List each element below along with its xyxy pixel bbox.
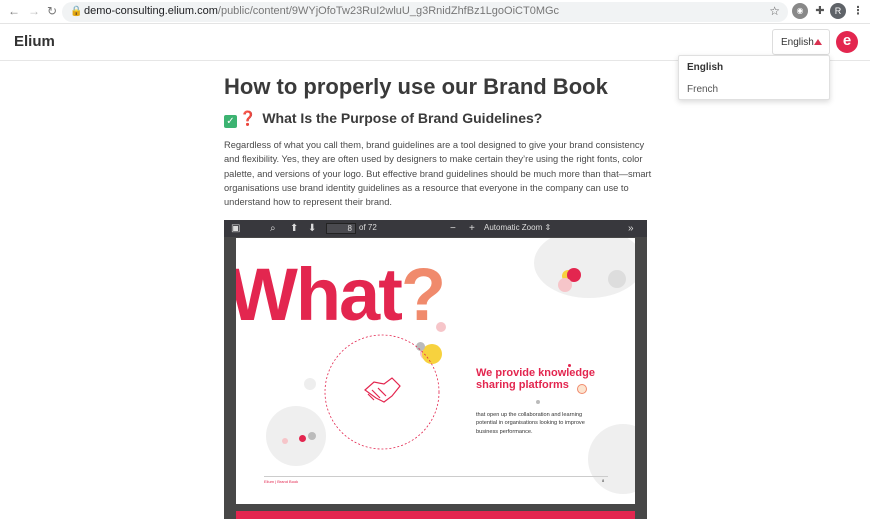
pdf-page: What? We provide knowledge sharing platf… bbox=[236, 238, 635, 504]
select-arrows-icon: ⇕ bbox=[544, 223, 552, 232]
section-heading-text: What Is the Purpose of Brand Guidelines? bbox=[262, 110, 543, 126]
decor-circle bbox=[282, 438, 288, 444]
tools-icon[interactable]: » bbox=[628, 222, 634, 235]
pdf-body-text: that open up the collaboration and learn… bbox=[476, 412, 585, 435]
section-heading: ✓ ❓ What Is the Purpose of Brand Guidelin… bbox=[224, 110, 542, 128]
pdf-headline-mark: ? bbox=[400, 253, 446, 336]
reload-icon[interactable]: ↻ bbox=[47, 4, 57, 18]
pdf-toolbar: ▣ ⌕ ⬆ ⬇ 8 of 72 − + Automatic Zoom ⇕ » bbox=[224, 220, 647, 237]
zoom-select-label: Automatic Zoom bbox=[484, 223, 543, 232]
decor-circle bbox=[534, 238, 635, 298]
pdf-footer-page-number: 8 bbox=[602, 478, 605, 483]
handshake-illustration bbox=[324, 334, 440, 450]
pdf-next-page bbox=[236, 511, 635, 519]
question-mark-icon: ❓ bbox=[239, 110, 257, 126]
extension-icon[interactable]: ◉ bbox=[792, 3, 808, 19]
language-option-french[interactable]: French bbox=[687, 84, 718, 95]
decor-circle bbox=[588, 424, 635, 494]
menu-icon[interactable]: ⋮ bbox=[850, 3, 866, 19]
checkmark-icon: ✓ bbox=[224, 115, 237, 128]
zoom-select[interactable]: Automatic Zoom ⇕ bbox=[484, 223, 556, 234]
decor-circle bbox=[299, 435, 306, 442]
forward-icon[interactable]: → bbox=[28, 4, 40, 18]
puzzle-icon[interactable]: ✚ bbox=[812, 3, 828, 19]
browser-toolbar: ← → ↻ 🔒 demo-consulting.elium.com/public… bbox=[0, 0, 870, 24]
zoom-in-icon[interactable]: + bbox=[469, 222, 475, 235]
profile-avatar[interactable]: R bbox=[830, 3, 846, 19]
decor-circle bbox=[266, 406, 326, 466]
sidebar-toggle-icon[interactable]: ▣ bbox=[231, 222, 240, 235]
language-selector-label: English bbox=[781, 37, 814, 48]
pdf-headline: What? bbox=[236, 258, 446, 332]
search-icon[interactable]: ⌕ bbox=[270, 222, 276, 235]
pdf-viewer: ▣ ⌕ ⬆ ⬇ 8 of 72 − + Automatic Zoom ⇕ » W… bbox=[224, 220, 647, 519]
url-path: /public/content/9WYjOfoTw23RuI2wluU_g3Rn… bbox=[217, 5, 560, 17]
caret-up-icon bbox=[814, 39, 822, 45]
pdf-tagline: We provide knowledge sharing platforms bbox=[476, 367, 595, 391]
page-title: How to properly use our Brand Book bbox=[224, 74, 608, 99]
decor-circle bbox=[536, 400, 540, 404]
pdf-footer-divider bbox=[264, 476, 608, 477]
language-option-english[interactable]: English bbox=[687, 62, 723, 73]
back-icon[interactable]: ← bbox=[8, 4, 20, 18]
pdf-footer-brand: Elium | Brand Book bbox=[264, 479, 299, 484]
handshake-icon bbox=[364, 377, 401, 403]
decor-circle bbox=[558, 278, 572, 292]
address-bar[interactable]: 🔒 demo-consulting.elium.com/public/conte… bbox=[62, 2, 788, 22]
decor-circle bbox=[304, 378, 316, 390]
article-paragraph: Regardless of what you call them, brand … bbox=[224, 140, 652, 208]
language-selector[interactable]: English bbox=[772, 29, 830, 55]
arrow-up-icon[interactable]: ⬆ bbox=[290, 222, 298, 235]
decor-circle bbox=[308, 432, 316, 440]
lock-icon[interactable]: 🔒 bbox=[70, 6, 82, 17]
site-logo[interactable]: Elium bbox=[14, 33, 55, 50]
url-text[interactable]: demo-consulting.elium.com/public/content… bbox=[84, 5, 559, 17]
page-number-input[interactable]: 8 bbox=[326, 223, 356, 234]
page-count: of 72 bbox=[359, 223, 377, 232]
arrow-down-icon[interactable]: ⬇ bbox=[308, 222, 316, 235]
star-icon[interactable]: ☆ bbox=[769, 4, 780, 18]
zoom-out-icon[interactable]: − bbox=[450, 222, 456, 235]
pdf-headline-word: What bbox=[236, 253, 403, 336]
decor-circle bbox=[608, 270, 626, 288]
language-menu: English French bbox=[678, 55, 830, 100]
url-host: demo-consulting.elium.com bbox=[84, 5, 218, 17]
elium-brand-icon[interactable]: e bbox=[836, 31, 858, 53]
